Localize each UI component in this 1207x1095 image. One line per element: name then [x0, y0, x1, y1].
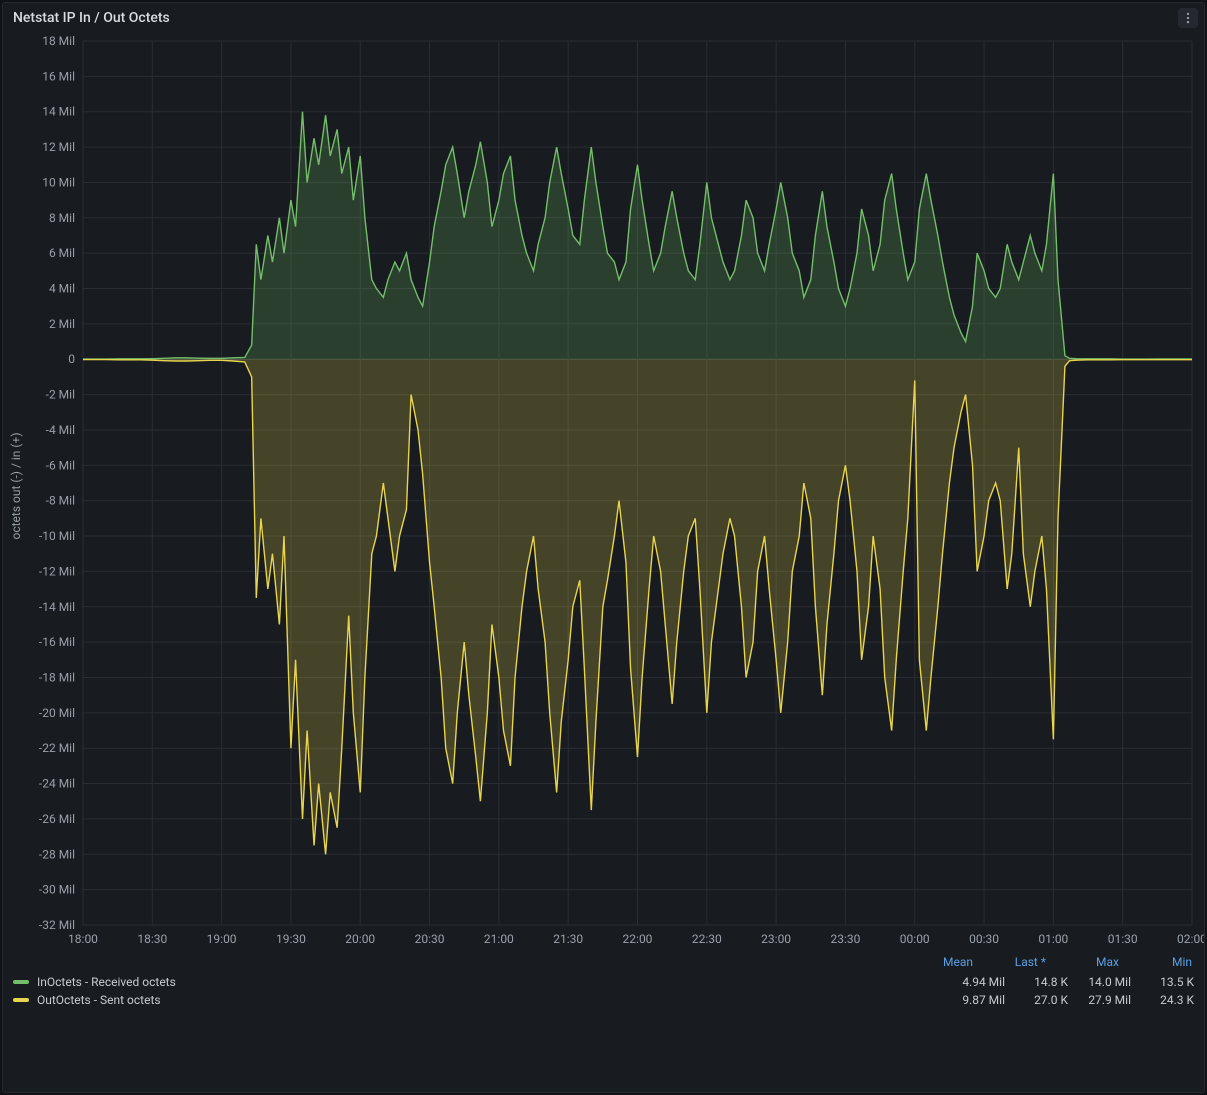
- svg-text:00:00: 00:00: [900, 932, 930, 946]
- svg-text:01:30: 01:30: [1108, 932, 1138, 946]
- svg-text:20:30: 20:30: [415, 932, 445, 946]
- svg-text:19:30: 19:30: [276, 932, 306, 946]
- svg-text:-28 Mil: -28 Mil: [39, 847, 75, 861]
- legend-max-in: 14.0 Mil: [1076, 975, 1131, 989]
- svg-text:-24 Mil: -24 Mil: [39, 777, 75, 791]
- legend-mean-in: 4.94 Mil: [950, 975, 1005, 989]
- legend-col-max[interactable]: Max: [1064, 955, 1119, 969]
- svg-text:00:30: 00:30: [969, 932, 999, 946]
- svg-text:8 Mil: 8 Mil: [49, 211, 75, 225]
- svg-text:-16 Mil: -16 Mil: [39, 635, 75, 649]
- svg-text:-6 Mil: -6 Mil: [46, 458, 75, 472]
- svg-text:14 Mil: 14 Mil: [42, 105, 75, 119]
- panel: Netstat IP In / Out Octets octets out (-…: [2, 2, 1205, 1093]
- legend-label-in: InOctets - Received octets: [37, 975, 942, 989]
- svg-text:-26 Mil: -26 Mil: [39, 812, 75, 826]
- legend-row-out[interactable]: OutOctets - Sent octets 9.87 Mil 27.0 K …: [13, 991, 1194, 1009]
- panel-title: Netstat IP In / Out Octets: [13, 10, 170, 26]
- legend-col-mean[interactable]: Mean: [918, 955, 973, 969]
- svg-text:-14 Mil: -14 Mil: [39, 600, 75, 614]
- legend-header: Mean Last * Max Min: [13, 953, 1194, 973]
- chart-svg: -32 Mil -30 Mil -28 Mil -26 Mil -24 Mil -22 M…: [3, 33, 1204, 953]
- more-vert-icon: [1181, 11, 1195, 25]
- svg-text:2 Mil: 2 Mil: [49, 317, 75, 331]
- svg-text:-4 Mil: -4 Mil: [46, 423, 75, 437]
- legend-swatch-out: [13, 998, 29, 1002]
- legend: Mean Last * Max Min InOctets - Received …: [3, 953, 1204, 1015]
- legend-min-out: 24.3 K: [1139, 993, 1194, 1007]
- svg-text:-30 Mil: -30 Mil: [39, 883, 75, 897]
- svg-text:02:00: 02:00: [1177, 932, 1204, 946]
- svg-text:16 Mil: 16 Mil: [42, 69, 75, 83]
- svg-text:18:30: 18:30: [137, 932, 167, 946]
- legend-label-out: OutOctets - Sent octets: [37, 993, 942, 1007]
- legend-max-out: 27.9 Mil: [1076, 993, 1131, 1007]
- svg-text:22:00: 22:00: [623, 932, 653, 946]
- svg-text:01:00: 01:00: [1038, 932, 1068, 946]
- svg-text:-10 Mil: -10 Mil: [39, 529, 75, 543]
- chart-area[interactable]: octets out (-) / in (+) -32 Mil-30 Mil-2…: [3, 33, 1204, 953]
- svg-text:22:30: 22:30: [692, 932, 722, 946]
- legend-col-min[interactable]: Min: [1137, 955, 1192, 969]
- svg-text:4 Mil: 4 Mil: [49, 282, 75, 296]
- svg-text:-32 Mil: -32 Mil: [39, 918, 75, 932]
- svg-text:-22 Mil: -22 Mil: [39, 741, 75, 755]
- legend-min-in: 13.5 K: [1139, 975, 1194, 989]
- svg-text:6 Mil: 6 Mil: [49, 246, 75, 260]
- svg-text:18:00: 18:00: [68, 932, 98, 946]
- panel-header: Netstat IP In / Out Octets: [3, 3, 1204, 33]
- svg-text:-12 Mil: -12 Mil: [39, 564, 75, 578]
- svg-text:23:30: 23:30: [830, 932, 860, 946]
- svg-text:23:00: 23:00: [761, 932, 791, 946]
- svg-text:19:00: 19:00: [207, 932, 237, 946]
- svg-text:18 Mil: 18 Mil: [42, 34, 75, 48]
- svg-text:20:00: 20:00: [345, 932, 375, 946]
- svg-text:0: 0: [68, 352, 75, 366]
- legend-mean-out: 9.87 Mil: [950, 993, 1005, 1007]
- legend-row-in[interactable]: InOctets - Received octets 4.94 Mil 14.8…: [13, 973, 1194, 991]
- legend-last-in: 14.8 K: [1013, 975, 1068, 989]
- svg-text:-18 Mil: -18 Mil: [39, 670, 75, 684]
- panel-menu-button[interactable]: [1178, 8, 1198, 28]
- svg-text:12 Mil: 12 Mil: [42, 140, 75, 154]
- svg-text:21:30: 21:30: [553, 932, 583, 946]
- svg-text:-20 Mil: -20 Mil: [39, 706, 75, 720]
- legend-last-out: 27.0 K: [1013, 993, 1068, 1007]
- svg-text:-2 Mil: -2 Mil: [46, 388, 75, 402]
- svg-text:-8 Mil: -8 Mil: [46, 494, 75, 508]
- svg-text:21:00: 21:00: [484, 932, 514, 946]
- legend-swatch-in: [13, 980, 29, 984]
- legend-col-last[interactable]: Last *: [991, 955, 1046, 969]
- svg-text:10 Mil: 10 Mil: [42, 175, 75, 189]
